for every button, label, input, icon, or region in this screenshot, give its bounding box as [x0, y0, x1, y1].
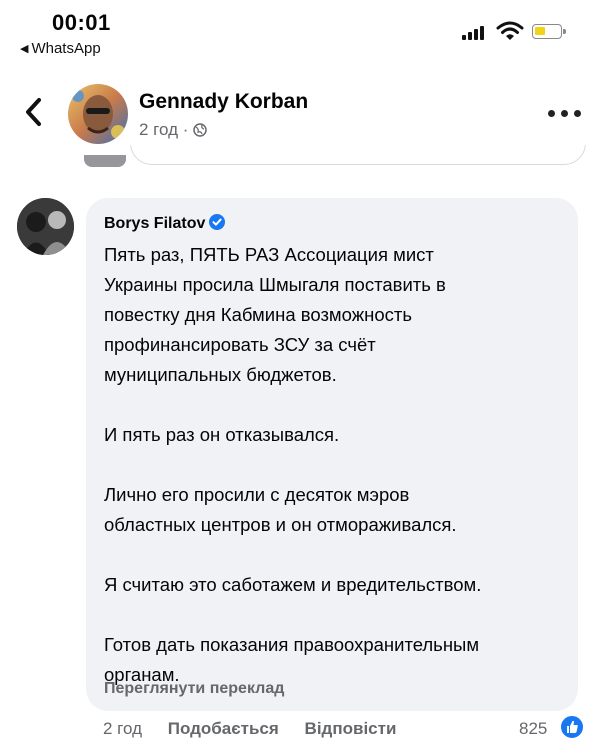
like-reaction-icon [559, 714, 585, 740]
comment-paragraph: Лично его просили с десяток мэров област… [104, 484, 457, 535]
signal-icon [462, 24, 488, 40]
back-triangle-icon: ◀ [20, 43, 29, 55]
status-bar: 00:01 ◀ WhatsApp [0, 0, 600, 70]
battery-icon [532, 24, 566, 39]
comment-paragraph: Я считаю это саботажем и вредительством. [104, 574, 482, 595]
status-time: 00:01 [52, 10, 111, 35]
back-chevron-icon[interactable] [20, 94, 48, 130]
comment-actions: 2 год Подобається Відповісти [103, 719, 417, 739]
comment-paragraph: Пять раз, ПЯТЬ РАЗ Ассоциация мист Украи… [104, 244, 446, 385]
page-avatar[interactable] [68, 84, 128, 144]
globe-icon [193, 123, 207, 137]
verified-icon [209, 214, 226, 230]
commenter-name[interactable]: Borys Filatov [104, 214, 226, 233]
previous-reply-box [130, 145, 586, 165]
comment-text: Пять раз, ПЯТЬ РАЗ Ассоциация мист Украи… [104, 240, 569, 690]
post-meta: 2 год · [139, 120, 207, 140]
page-name[interactable]: Gennady Korban [139, 90, 308, 114]
previous-avatar-remnant [84, 155, 126, 167]
see-translation-link[interactable]: Переглянути переклад [104, 680, 284, 698]
post-time[interactable]: 2 год [139, 120, 178, 139]
commenter-name-text[interactable]: Borys Filatov [104, 215, 205, 232]
more-icon[interactable] [548, 110, 588, 120]
comment-bubble: Borys Filatov Пять раз, ПЯТЬ РАЗ Ассоциа… [86, 198, 578, 711]
reaction-count: 825 [519, 719, 548, 738]
reply-button[interactable]: Відповісти [305, 719, 397, 738]
back-app-label: WhatsApp [31, 40, 101, 57]
commenter-avatar[interactable] [17, 198, 74, 255]
comment-paragraph: И пять раз он отказывался. [104, 424, 340, 445]
meta-separator: · [182, 120, 189, 139]
comment-time[interactable]: 2 год [103, 719, 142, 738]
wifi-icon [496, 21, 524, 40]
previous-comment-remnant [0, 145, 600, 175]
back-to-app-link[interactable]: ◀ WhatsApp [20, 40, 101, 57]
like-button[interactable]: Подобається [168, 719, 279, 738]
